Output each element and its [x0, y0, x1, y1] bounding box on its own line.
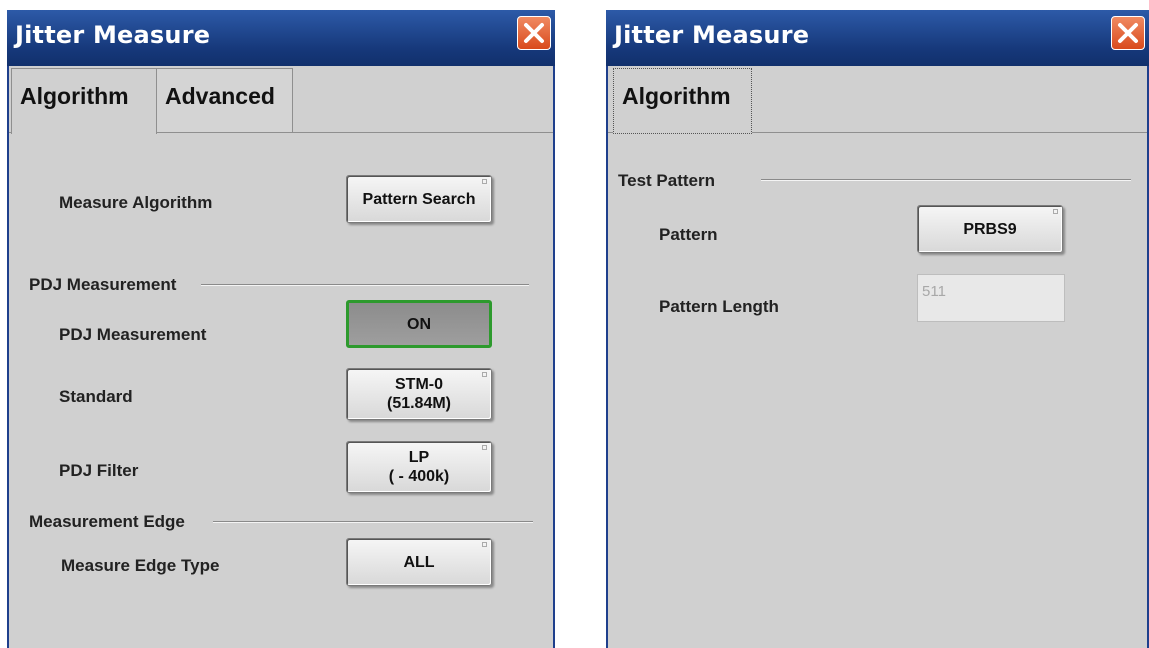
tab-strip: Algorithm	[608, 66, 1147, 134]
dialog-title: Jitter Measure	[614, 21, 810, 49]
pattern-length-field: 511	[917, 274, 1065, 322]
measure-edge-type-button[interactable]: ALL	[346, 538, 492, 586]
close-button[interactable]	[1111, 16, 1145, 50]
measure-algorithm-button[interactable]: Pattern Search	[346, 175, 492, 223]
tab-algorithm[interactable]: Algorithm	[11, 68, 157, 134]
title-bar: Jitter Measure	[606, 10, 1149, 66]
section-divider	[213, 521, 533, 523]
pdj-filter-label: PDJ Filter	[59, 461, 139, 480]
pdj-measurement-label: PDJ Measurement	[59, 325, 207, 344]
tab-strip: Algorithm Advanced	[9, 66, 553, 134]
measure-edge-type-label: Measure Edge Type	[61, 556, 220, 575]
button-value: Pattern Search	[362, 190, 476, 208]
menu-indicator-icon	[1053, 209, 1058, 214]
button-value: PRBS9	[963, 220, 1017, 238]
button-value: ALL	[403, 553, 435, 571]
title-bar: Jitter Measure	[7, 10, 555, 66]
tab-advanced[interactable]: Advanced	[156, 68, 293, 132]
pattern-label: Pattern	[659, 225, 718, 244]
dialog-title: Jitter Measure	[15, 21, 211, 49]
pdj-filter-button[interactable]: LP ( - 400k)	[346, 441, 492, 493]
pdj-measurement-toggle[interactable]: ON	[346, 300, 492, 348]
tab-label: Algorithm	[622, 83, 731, 109]
button-value-line1: STM-0	[395, 376, 443, 393]
menu-indicator-icon	[482, 179, 487, 184]
pattern-length-label: Pattern Length	[659, 297, 779, 316]
section-divider	[201, 284, 529, 286]
section-title-edge: Measurement Edge	[29, 512, 185, 531]
close-button[interactable]	[517, 16, 551, 50]
close-icon	[524, 23, 544, 43]
button-value: ON	[407, 315, 431, 333]
close-icon	[1118, 23, 1138, 43]
tab-algorithm[interactable]: Algorithm	[613, 68, 752, 134]
section-divider	[761, 179, 1131, 181]
section-title-test-pattern: Test Pattern	[618, 171, 715, 190]
tab-label: Algorithm	[20, 83, 129, 109]
standard-button[interactable]: STM-0 (51.84M)	[346, 368, 492, 420]
menu-indicator-icon	[482, 542, 487, 547]
tab-label: Advanced	[165, 83, 275, 109]
menu-indicator-icon	[482, 445, 487, 450]
menu-indicator-icon	[482, 372, 487, 377]
button-value-line1: LP	[408, 449, 430, 466]
section-title-pdj: PDJ Measurement	[29, 275, 177, 294]
right-dialog: Jitter Measure Algorithm Test Pattern Pa…	[606, 10, 1149, 648]
button-value-line2: ( - 400k)	[388, 468, 450, 485]
left-dialog: Jitter Measure Algorithm Advanced Measur…	[7, 10, 555, 648]
field-value: 511	[922, 283, 946, 300]
button-value-line2: (51.84M)	[386, 395, 452, 412]
measure-algorithm-label: Measure Algorithm	[59, 193, 213, 212]
pattern-button[interactable]: PRBS9	[917, 205, 1063, 253]
standard-label: Standard	[59, 387, 133, 406]
